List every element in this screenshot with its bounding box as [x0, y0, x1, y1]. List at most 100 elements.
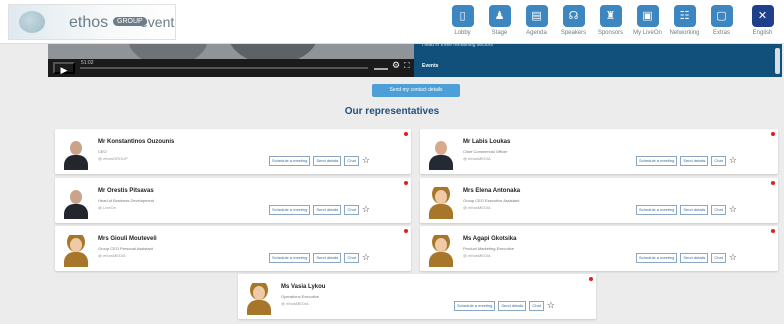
video-controls: ▶ 51:02 ⚙ ⛶ — [48, 59, 414, 77]
events-scrollbar[interactable] — [775, 48, 780, 74]
representative-role: Product Marketing Executive — [463, 246, 514, 251]
nav-item-lobby[interactable]: ▯ Lobby — [444, 5, 481, 36]
avatar — [426, 138, 456, 170]
representative-role: Operations Executive — [281, 294, 320, 299]
video-progress-track[interactable] — [80, 67, 368, 69]
representative-name: Ms Agapi Gkotsika — [463, 236, 517, 242]
representative-card: Mrs Giouli Mouteveli Group CEO Personal A… — [55, 226, 411, 271]
schedule-meeting-button[interactable]: Schedule a meeting — [636, 205, 678, 215]
representative-org: @ ethosMEDIA — [463, 253, 491, 258]
representative-org: @ LiveOn — [98, 205, 116, 210]
event-logo[interactable]: ethos GROUP event — [8, 4, 176, 40]
schedule-meeting-button[interactable]: Schedule a meeting — [454, 301, 496, 311]
nav-item-my-liveon[interactable]: ▣ My LiveOn — [629, 5, 666, 36]
representative-role: Head of Business Development — [98, 198, 155, 203]
star-icon[interactable]: ☆ — [729, 156, 737, 166]
star-icon[interactable]: ☆ — [547, 301, 555, 311]
volume-icon[interactable] — [374, 64, 388, 70]
representative-card: Ms Vasia Lykou Operations Executive @ etho… — [238, 274, 596, 319]
representative-card: Ms Agapi Gkotsika Product Marketing Execu… — [420, 226, 778, 271]
lobby-icon: ▯ — [451, 5, 474, 27]
nav-label: Networking — [669, 30, 700, 36]
representative-org: @ ethosMEDIA — [281, 301, 309, 306]
logo-suffix: event — [140, 14, 175, 30]
nav-item-extras[interactable]: ▢ Extras — [703, 5, 740, 36]
nav-label: My LiveOn — [633, 30, 662, 36]
online-status-dot — [589, 277, 593, 281]
avatar — [244, 283, 274, 315]
star-icon[interactable]: ☆ — [729, 253, 737, 263]
star-icon[interactable]: ☆ — [362, 205, 370, 215]
gear-icon[interactable]: ⚙ — [392, 61, 400, 71]
representative-card: Mr Konstantinos Ouzounis CEO @ ethosGROUP S… — [55, 129, 411, 174]
play-button[interactable]: ▶ — [53, 62, 75, 75]
schedule-meeting-button[interactable]: Schedule a meeting — [269, 205, 311, 215]
send-details-button[interactable]: Send details — [313, 253, 342, 263]
card-actions: Schedule a meeting Send details Chat ☆ — [454, 301, 555, 311]
nav-item-speakers[interactable]: ☊ Speakers — [555, 5, 592, 36]
avatar — [426, 235, 456, 267]
schedule-meeting-button[interactable]: Schedule a meeting — [636, 156, 678, 166]
avatar-head — [253, 286, 265, 300]
logo-brand: ethos — [69, 14, 109, 31]
schedule-meeting-button[interactable]: Schedule a meeting — [636, 253, 678, 263]
representative-name: Mrs Elena Antonaka — [463, 188, 521, 194]
chat-button[interactable]: Chat — [529, 301, 544, 311]
star-icon[interactable]: ☆ — [362, 253, 370, 263]
card-actions: Schedule a meeting Send details Chat ☆ — [269, 156, 370, 166]
nav-label: Speakers — [560, 30, 587, 36]
star-icon[interactable]: ☆ — [729, 205, 737, 215]
nav-label: Stage — [491, 30, 508, 36]
online-status-dot — [404, 181, 408, 185]
representative-name: Mr Orestis Pitsavas — [98, 188, 154, 194]
avatar-head — [435, 141, 447, 155]
send-details-button[interactable]: Send details — [680, 156, 709, 166]
chat-button[interactable]: Chat — [344, 253, 359, 263]
chat-button[interactable]: Chat — [344, 156, 359, 166]
avatar-body — [429, 252, 453, 267]
chat-button[interactable]: Chat — [344, 205, 359, 215]
representative-org: @ ethosMEDIA — [463, 205, 491, 210]
avatar-head — [70, 238, 82, 252]
send-details-button[interactable]: Send details — [313, 205, 342, 215]
fullscreen-icon[interactable]: ⛶ — [404, 61, 410, 71]
nav-item-networking[interactable]: ☷ Networking — [666, 5, 703, 36]
representative-org: @ ethosMEDIA — [463, 156, 491, 161]
representative-role: CEO — [98, 149, 107, 154]
representative-role: Chief Commercial Officer — [463, 149, 508, 154]
send-details-button[interactable]: Send details — [680, 253, 709, 263]
nav-label: English — [752, 30, 773, 36]
send-details-button[interactable]: Send details — [680, 205, 709, 215]
avatar-head — [70, 141, 82, 155]
events-panel: Head in three remaining sectors Events — [414, 42, 782, 77]
representative-card: Mr Orestis Pitsavas Head of Business Deve… — [55, 178, 411, 223]
chat-button[interactable]: Chat — [711, 156, 726, 166]
send-details-button[interactable]: Send details — [313, 156, 342, 166]
schedule-meeting-button[interactable]: Schedule a meeting — [269, 156, 311, 166]
card-actions: Schedule a meeting Send details Chat ☆ — [636, 156, 737, 166]
online-status-dot — [404, 229, 408, 233]
send-details-button[interactable]: Send details — [498, 301, 527, 311]
nav-item-english[interactable]: ✕ English — [744, 5, 781, 36]
top-bar: ethos GROUP event ▯ Lobby ♟ Stage ▤ Agenda ☊ Sp… — [0, 0, 784, 44]
online-status-dot — [771, 132, 775, 136]
chat-button[interactable]: Chat — [711, 253, 726, 263]
nav-item-stage[interactable]: ♟ Stage — [481, 5, 518, 36]
representative-card: Mrs Elena Antonaka Group CEO Executive As… — [420, 178, 778, 223]
card-actions: Schedule a meeting Send details Chat ☆ — [636, 253, 737, 263]
send-contact-details-button[interactable]: Send my contact details — [372, 84, 460, 97]
avatar — [426, 187, 456, 219]
avatar — [61, 235, 91, 267]
avatar-body — [247, 300, 271, 315]
chat-button[interactable]: Chat — [711, 205, 726, 215]
card-actions: Schedule a meeting Send details Chat ☆ — [269, 253, 370, 263]
video-time: 51:02 — [81, 60, 94, 66]
avatar-body — [429, 155, 453, 170]
nav-item-agenda[interactable]: ▤ Agenda — [518, 5, 555, 36]
sponsors-icon: ♜ — [599, 5, 622, 27]
nav-item-sponsors[interactable]: ♜ Sponsors — [592, 5, 629, 36]
star-icon[interactable]: ☆ — [362, 156, 370, 166]
representative-name: Mrs Giouli Mouteveli — [98, 236, 157, 242]
schedule-meeting-button[interactable]: Schedule a meeting — [269, 253, 311, 263]
representative-role: Group CEO Executive Assistant — [463, 198, 520, 203]
